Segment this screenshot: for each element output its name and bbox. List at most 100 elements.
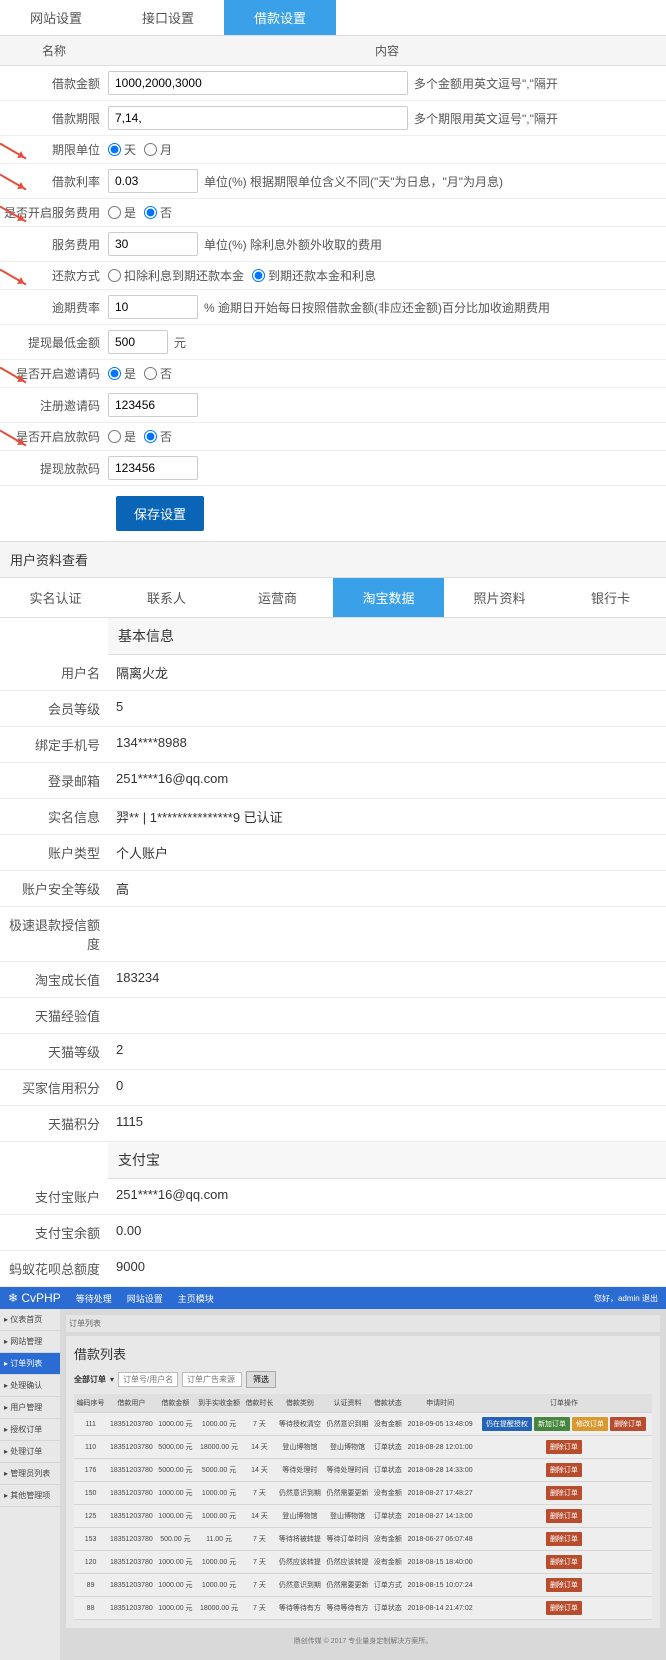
tab-operator[interactable]: 运营商 [222, 578, 333, 617]
table-cell: 1000.00 元 [195, 1505, 243, 1528]
action-button[interactable]: 仍在提醒授权 [482, 1417, 532, 1431]
input-period[interactable] [108, 106, 408, 130]
sidebar-item[interactable]: ▸ 订单列表 [0, 1353, 60, 1375]
tab-photos[interactable]: 照片资料 [444, 578, 555, 617]
opt-no: 否 [160, 428, 172, 445]
sidebar-item[interactable]: ▸ 用户管理 [0, 1397, 60, 1419]
label-rate: 借款利率 [0, 173, 108, 190]
info-label: 天猫经验值 [0, 998, 108, 1033]
table-cell: 仍然需要更新 [324, 1574, 372, 1597]
input-overdue[interactable] [108, 295, 198, 319]
alipay-header: 支付宝 [108, 1142, 666, 1179]
input-service-fee[interactable] [108, 232, 198, 256]
tab-contacts[interactable]: 联系人 [111, 578, 222, 617]
tab-taobao[interactable]: 淘宝数据 [333, 578, 444, 617]
radio-day[interactable] [108, 143, 121, 156]
input-withdraw-code[interactable] [108, 456, 198, 480]
table-cell: 1000.00 元 [156, 1505, 196, 1528]
filter-input-2[interactable] [182, 1372, 242, 1387]
action-button[interactable]: 删除订单 [546, 1532, 582, 1546]
info-value: 5 [108, 691, 666, 726]
action-button[interactable]: 删除订单 [546, 1555, 582, 1569]
tab-bank[interactable]: 银行卡 [555, 578, 666, 617]
sidebar-item[interactable]: ▸ 处理订单 [0, 1441, 60, 1463]
radio-service-yes[interactable] [108, 206, 121, 219]
label-amount: 借款金额 [0, 75, 108, 92]
ops-cell: 删除订单 [476, 1574, 652, 1597]
label-withdraw-code: 提现放款码 [0, 460, 108, 477]
table-header: 借款类别 [276, 1394, 324, 1413]
info-row: 账户安全等级高 [0, 871, 666, 907]
filter-button[interactable]: 筛选 [246, 1371, 276, 1388]
nav-item[interactable]: 主页模块 [178, 1292, 214, 1305]
action-button[interactable]: 删除订单 [546, 1440, 582, 1454]
table-cell: 登山博物馆 [276, 1505, 324, 1528]
save-button[interactable]: 保存设置 [116, 496, 204, 531]
opt-yes: 是 [124, 428, 136, 445]
action-button[interactable]: 删除订单 [546, 1486, 582, 1500]
radio-repay1[interactable] [108, 269, 121, 282]
nav-item[interactable]: 等待处理 [76, 1292, 112, 1305]
tab-site[interactable]: 网站设置 [0, 0, 112, 35]
table-cell: 2018-08-15 10:07:24 [404, 1574, 475, 1597]
table-cell: 110 [74, 1436, 107, 1459]
basic-header: 基本信息 [108, 618, 666, 655]
table-cell: 18351203780 [107, 1413, 155, 1436]
table-cell: 订单方式 [371, 1574, 404, 1597]
action-button[interactable]: 删除订单 [546, 1601, 582, 1615]
logout-link[interactable]: 退出 [642, 1294, 658, 1303]
sidebar-item[interactable]: ▸ 网站管理 [0, 1331, 60, 1353]
admin-user-area: 您好，admin 退出 [594, 1293, 658, 1304]
action-button[interactable]: 删除订单 [546, 1578, 582, 1592]
table-cell: 1000.00 元 [195, 1413, 243, 1436]
tab-api[interactable]: 接口设置 [112, 0, 224, 35]
sidebar-item[interactable]: ▸ 其他管理项 [0, 1485, 60, 1507]
table-cell: 18351203780 [107, 1505, 155, 1528]
action-button[interactable]: 删除订单 [610, 1417, 646, 1431]
action-button[interactable]: 删除订单 [546, 1509, 582, 1523]
sidebar-item[interactable]: ▸ 管理员列表 [0, 1463, 60, 1485]
info-value: 隔离火龙 [108, 655, 666, 690]
radio-invite-no[interactable] [144, 367, 157, 380]
table-cell: 订单状态 [371, 1505, 404, 1528]
table-cell: 2018-06-27 06:07:48 [404, 1528, 475, 1551]
ops-cell: 删除订单 [476, 1505, 652, 1528]
radio-repay2[interactable] [252, 269, 265, 282]
table-cell: 登山博物馆 [276, 1436, 324, 1459]
filter-category[interactable]: 全部订单 [74, 1374, 106, 1385]
admin-logo: ❄ CvPHP [8, 1291, 61, 1305]
filter-input-1[interactable] [118, 1372, 178, 1387]
input-amount[interactable] [108, 71, 408, 95]
table-cell: 仍然需要更新 [324, 1482, 372, 1505]
action-button[interactable]: 修改订单 [572, 1417, 608, 1431]
info-label: 绑定手机号 [0, 727, 108, 762]
input-invite-code[interactable] [108, 393, 198, 417]
table-row: 111183512037801000.00 元1000.00 元7 天等待授权清… [74, 1413, 652, 1436]
table-cell: 18351203780 [107, 1436, 155, 1459]
radio-loancode-yes[interactable] [108, 430, 121, 443]
info-value: 251****16@qq.com [108, 763, 666, 798]
opt-repay1: 扣除利息到期还款本金 [124, 267, 244, 284]
table-cell: 2018-08-27 17:48:27 [404, 1482, 475, 1505]
input-min-withdraw[interactable] [108, 330, 168, 354]
admin-user: 您好，admin [594, 1294, 640, 1303]
table-header: 借款用户 [107, 1394, 155, 1413]
action-button[interactable]: 新加订单 [534, 1417, 570, 1431]
info-value: 羿** | 1***************9 已认证 [108, 799, 666, 834]
radio-month[interactable] [144, 143, 157, 156]
radio-loancode-no[interactable] [144, 430, 157, 443]
input-rate[interactable] [108, 169, 198, 193]
label-unit: 期限单位 [0, 141, 108, 158]
tab-loan[interactable]: 借款设置 [224, 0, 336, 35]
sidebar-item[interactable]: ▸ 授权订单 [0, 1419, 60, 1441]
nav-item[interactable]: 网站设置 [127, 1292, 163, 1305]
sidebar-item[interactable]: ▸ 仪表首页 [0, 1309, 60, 1331]
action-button[interactable]: 删除订单 [546, 1463, 582, 1477]
sidebar-item[interactable]: ▸ 处理确认 [0, 1375, 60, 1397]
radio-service-no[interactable] [144, 206, 157, 219]
row-invite-on: 是否开启邀请码 是 否 [0, 360, 666, 388]
tab-realname[interactable]: 实名认证 [0, 578, 111, 617]
info-label: 天猫积分 [0, 1106, 108, 1141]
radio-invite-yes[interactable] [108, 367, 121, 380]
info-row: 绑定手机号134****8988 [0, 727, 666, 763]
